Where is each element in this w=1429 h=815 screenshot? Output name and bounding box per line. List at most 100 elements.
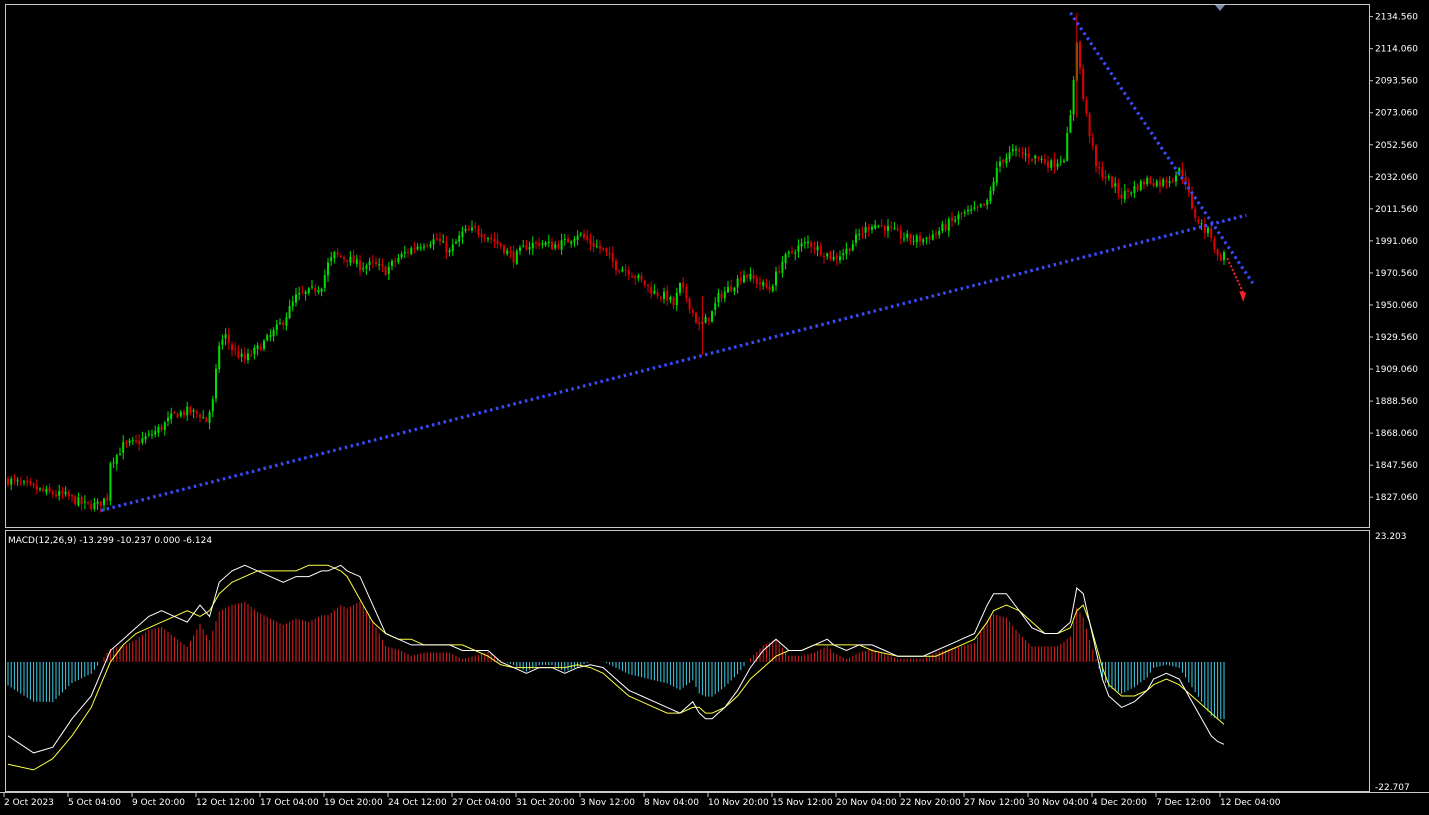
candle-body	[1107, 176, 1110, 178]
candle-body	[829, 251, 832, 259]
candle-body	[397, 258, 400, 263]
candle-body	[339, 255, 342, 257]
candle-body	[979, 204, 982, 207]
time-tick-label: 5 Oct 04:00	[68, 798, 121, 808]
candle-body	[314, 287, 317, 292]
candle-body	[429, 244, 432, 247]
candle-body	[963, 212, 966, 214]
candle-body	[1171, 180, 1174, 182]
candle-body	[525, 245, 528, 250]
candle-body	[410, 248, 413, 254]
candle-body	[1223, 252, 1225, 260]
candle-body	[816, 246, 819, 251]
candle-body	[19, 481, 22, 483]
candle-body	[560, 240, 563, 250]
resistance-trendline	[1069, 11, 1255, 285]
candle-body	[352, 255, 355, 264]
candle-body	[509, 250, 512, 253]
candle-body	[349, 256, 352, 264]
candle-body	[903, 238, 905, 240]
candle-body	[266, 335, 269, 341]
candle-body	[1159, 180, 1161, 187]
price-tick-label: 2093.560	[1375, 77, 1418, 87]
candle-body	[765, 283, 768, 288]
candle-body	[576, 235, 579, 240]
candle-body	[227, 334, 230, 344]
candle-body	[1069, 115, 1072, 133]
candle-body	[1050, 160, 1053, 168]
candle-body	[1197, 219, 1200, 223]
candle-body	[375, 262, 377, 265]
time-tick-label: 4 Dec 20:00	[1092, 798, 1147, 808]
candle-body	[64, 491, 67, 495]
price-tick-label: 2073.060	[1375, 109, 1418, 119]
candle-body	[896, 228, 899, 231]
candle-body	[176, 413, 179, 418]
candle-body	[1104, 176, 1107, 179]
candle-body	[695, 312, 697, 323]
candle-body	[893, 228, 896, 230]
candle-body	[1149, 177, 1152, 184]
candle-body	[800, 243, 803, 247]
candle-body	[1047, 161, 1049, 168]
candle-body	[416, 246, 419, 250]
candle-body	[1011, 149, 1014, 152]
candle-body	[944, 224, 947, 230]
candle-body	[845, 248, 848, 255]
candle-body	[643, 280, 646, 286]
candle-body	[771, 286, 774, 292]
candle-body	[234, 349, 237, 351]
price-tick-label: 1970.560	[1375, 269, 1418, 279]
candle-body	[698, 322, 701, 325]
candle-body	[240, 353, 243, 357]
candle-body	[807, 241, 809, 244]
candle-body	[714, 303, 717, 310]
candle-body	[490, 237, 493, 240]
price-chart[interactable]: 2134.560 2114.060 2093.560 2073.060 2052.560…	[0, 0, 1429, 815]
candle-body	[435, 238, 438, 240]
candle-body	[346, 260, 349, 262]
candle-body	[656, 291, 659, 297]
candle-body	[1098, 166, 1101, 169]
candle-body	[183, 411, 185, 415]
candle-body	[883, 225, 886, 232]
candle-body	[368, 261, 371, 266]
candle-body	[1015, 149, 1017, 151]
price-tick-label: 1888.560	[1375, 397, 1418, 407]
candle-body	[1114, 183, 1117, 187]
candle-body	[755, 278, 758, 284]
candle-body	[496, 240, 499, 244]
candle-body	[547, 241, 550, 244]
candle-body	[832, 256, 835, 260]
candle-body	[58, 490, 61, 496]
candle-body	[1194, 208, 1197, 218]
candle-body	[554, 244, 557, 249]
candle-body	[96, 501, 99, 504]
time-tick-label: 12 Dec 04:00	[1220, 798, 1281, 808]
time-tick-label: 15 Nov 12:00	[772, 798, 833, 808]
candle-body	[170, 413, 173, 420]
candle-body	[224, 334, 227, 339]
candle-body	[128, 440, 131, 443]
time-tick-label: 22 Nov 20:00	[900, 798, 961, 808]
candle-body	[1143, 181, 1145, 185]
candle-body	[931, 234, 934, 240]
candle-body	[544, 242, 547, 245]
candle-body	[67, 492, 70, 497]
time-tick-label: 27 Nov 12:00	[964, 798, 1025, 808]
candle-body	[71, 495, 73, 497]
candle-body	[16, 480, 19, 482]
candle-body	[515, 250, 518, 265]
candle-body	[384, 267, 387, 275]
macd-axis-max: 23.203	[1375, 532, 1407, 542]
candle-body	[35, 485, 38, 491]
candle-body	[1031, 159, 1033, 161]
candle-body	[243, 353, 246, 360]
price-tick-label: 1950.060	[1375, 301, 1418, 311]
candle-body	[403, 252, 406, 254]
candle-body	[602, 248, 605, 250]
candle-body	[442, 241, 445, 243]
candle-body	[1008, 152, 1011, 159]
candle-body	[407, 252, 409, 254]
candle-body	[160, 426, 163, 430]
